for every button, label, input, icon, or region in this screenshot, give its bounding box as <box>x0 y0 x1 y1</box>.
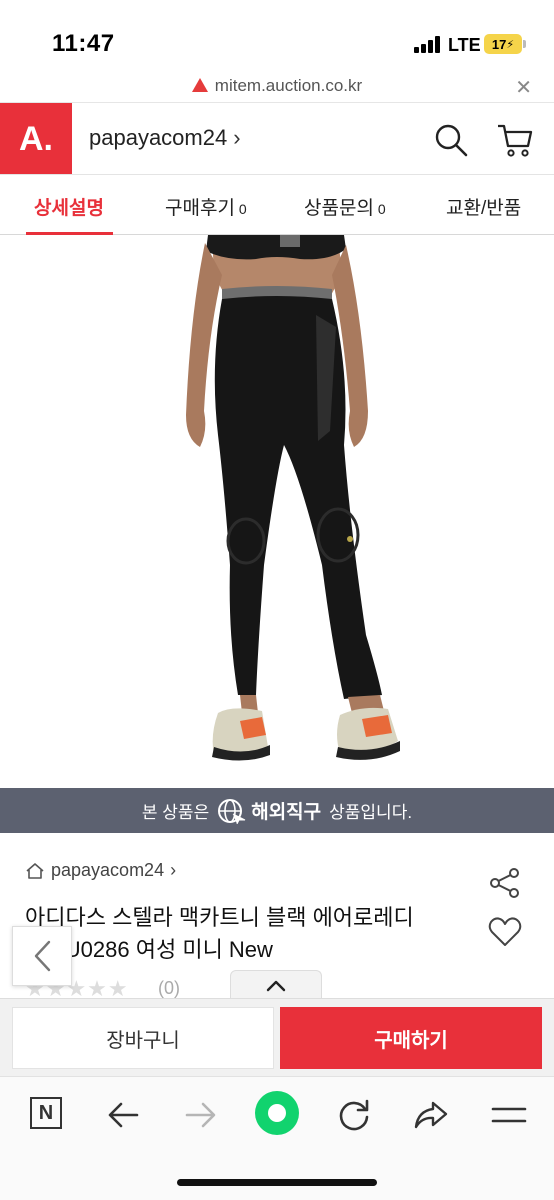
seller-name: papayacom24 <box>51 860 165 880</box>
page: 11:47 LTE 17 ⚡ mitem.auction.co.kr ✕ A. p… <box>0 0 554 1200</box>
chevron-right-icon: › <box>170 860 177 880</box>
review-count: (0) <box>158 978 180 998</box>
n-icon[interactable]: N <box>30 1097 62 1129</box>
tab-label: 구매후기 <box>165 198 235 219</box>
tab-detail[interactable]: 상세설명 <box>34 193 104 220</box>
buy-now-button[interactable]: 구매하기 <box>280 1007 542 1069</box>
green-circle-icon[interactable] <box>255 1091 299 1135</box>
tab-inquiries[interactable]: 상품문의 0 <box>304 193 386 220</box>
leggings-photo <box>186 235 400 761</box>
refresh-icon[interactable] <box>334 1095 374 1135</box>
search-icon[interactable] <box>434 123 468 157</box>
warning-icon <box>191 78 208 92</box>
share-icon[interactable] <box>488 866 522 900</box>
auction-logo[interactable]: A. <box>0 103 72 175</box>
tab-label: 상품문의 <box>304 198 374 219</box>
back-arrow-icon[interactable] <box>103 1095 143 1135</box>
url-bar[interactable]: mitem.auction.co.kr ✕ <box>0 72 554 102</box>
product-title-line1: 아디다스 스텔라 맥카트니 블랙 에어로레디 <box>25 905 414 930</box>
globe-icon <box>218 798 246 824</box>
heart-icon[interactable] <box>488 916 522 948</box>
banner-prefix: 본 상품은 <box>141 803 210 822</box>
shop-name-link[interactable]: papayacom24 › <box>89 125 241 151</box>
forward-arrow-icon[interactable] <box>181 1095 221 1135</box>
battery-tip <box>523 40 526 48</box>
network-label: LTE <box>448 35 481 55</box>
tab-reviews[interactable]: 구매후기 0 <box>165 193 247 220</box>
cart-icon[interactable] <box>496 122 534 158</box>
menu-icon[interactable] <box>489 1095 529 1135</box>
status-time: 11:47 <box>52 30 115 57</box>
expand-panel-button[interactable] <box>230 970 322 1000</box>
tab-exchange-return[interactable]: 교환/반품 <box>446 193 521 220</box>
tab-label: 상세설명 <box>34 198 104 219</box>
tab-count: 0 <box>238 201 247 217</box>
chevron-up-icon <box>266 980 286 991</box>
home-indicator[interactable] <box>177 1179 377 1186</box>
url-text[interactable]: mitem.auction.co.kr <box>0 76 554 96</box>
product-tabs: 상세설명 구매후기 0 상품문의 0 교환/반품 <box>0 174 554 235</box>
battery-level: 17 <box>491 36 507 52</box>
url-domain: mitem.auction.co.kr <box>214 76 363 95</box>
signal-icon <box>414 36 440 53</box>
purchase-action-bar: 장바구니 구매하기 <box>0 998 554 1076</box>
banner-highlight: 해외직구 <box>251 802 322 823</box>
battery-icon: 17 ⚡ <box>484 34 522 54</box>
banner-suffix: 상품입니다. <box>329 803 413 822</box>
status-bar: 11:47 LTE 17 ⚡ <box>0 0 554 72</box>
share-arrow-icon[interactable] <box>411 1095 451 1135</box>
product-image <box>0 235 554 788</box>
back-button[interactable] <box>12 926 72 986</box>
tab-count: 0 <box>377 201 386 217</box>
chevron-right-icon: › <box>233 125 241 150</box>
close-icon[interactable]: ✕ <box>515 75 532 100</box>
overseas-purchase-banner: 본 상품은 해외직구 상품입니다. <box>0 788 554 833</box>
add-to-cart-button[interactable]: 장바구니 <box>12 1007 274 1069</box>
seller-link[interactable]: papayacom24 › <box>25 860 176 881</box>
chevron-left-icon <box>34 940 51 972</box>
home-icon <box>26 862 44 879</box>
tab-label: 교환/반품 <box>446 198 522 219</box>
app-header: A. papayacom24 › <box>0 102 554 175</box>
shop-name: papayacom24 <box>89 125 228 150</box>
